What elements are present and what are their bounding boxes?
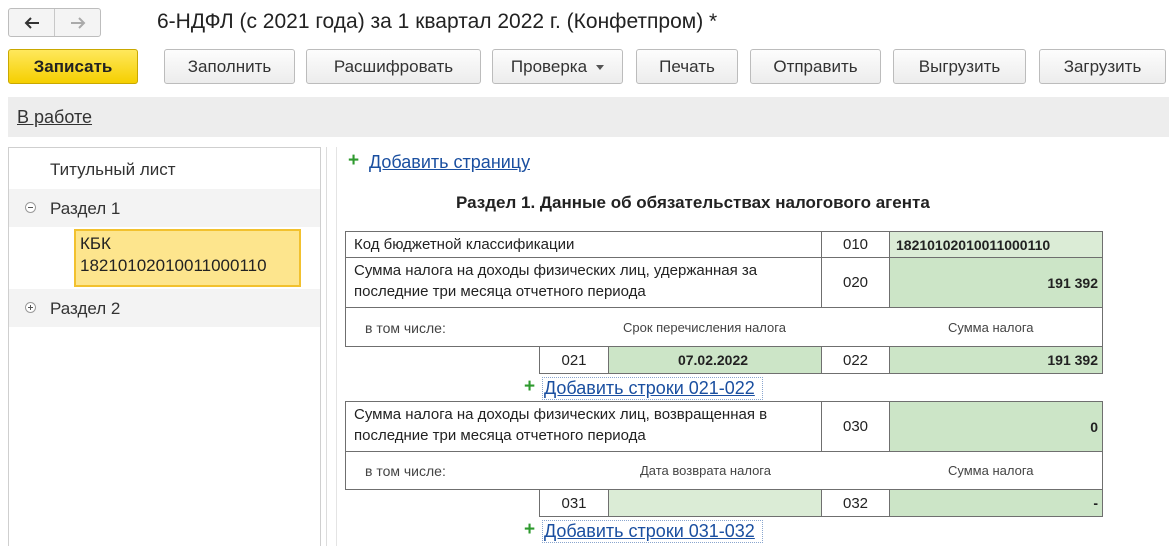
add-icon: + [524, 519, 536, 540]
add-page-link[interactable]: Добавить страницу [369, 152, 530, 173]
save-button[interactable]: Записать [8, 49, 138, 84]
line-code-030: 030 [821, 401, 890, 452]
transfer-amount-field[interactable]: 191 392 [889, 346, 1103, 374]
decode-button[interactable]: Расшифровать [306, 49, 481, 84]
divider [336, 147, 337, 546]
tree-item-section-1[interactable]: Раздел 1 [9, 189, 320, 227]
including-label: в том числе: [365, 463, 446, 479]
add-icon: + [348, 150, 360, 171]
withheld-tax-field[interactable]: 191 392 [889, 257, 1103, 308]
withheld-tax-label: Сумма налога на доходы физических лиц, у… [345, 257, 822, 308]
tree-item-kbk[interactable]: КБК 18210102010011000110 [74, 229, 301, 287]
chevron-down-icon [596, 65, 605, 70]
transfer-deadline-header: Срок перечисления налога [623, 320, 786, 335]
forward-button[interactable] [54, 9, 100, 36]
arrow-left-icon [24, 16, 39, 29]
tree-item-title-page[interactable]: Титульный лист [9, 150, 320, 188]
tax-amount-header: Сумма налога [948, 463, 1034, 478]
check-button-label: Проверка [510, 56, 588, 76]
history-nav [8, 8, 101, 37]
returned-tax-field[interactable]: 0 [889, 401, 1103, 452]
fill-button[interactable]: Заполнить [164, 49, 295, 84]
back-button[interactable] [9, 9, 54, 36]
tax-amount-header: Сумма налога [948, 320, 1034, 335]
tree-item-label: Титульный лист [50, 160, 176, 179]
return-date-field[interactable] [608, 489, 822, 517]
line-code-021: 021 [539, 346, 609, 374]
add-icon: + [524, 376, 536, 397]
add-rows-021-link[interactable]: Добавить строки 021-022 [542, 377, 763, 400]
tree-item-label: Раздел 2 [50, 299, 121, 318]
including-header-2: в том числе: Дата возврата налога Сумма … [345, 451, 1103, 490]
check-button[interactable]: Проверка [492, 49, 623, 84]
status-bar: В работе [8, 97, 1169, 137]
line-code-022: 022 [821, 346, 890, 374]
add-rows-031-link[interactable]: Добавить строки 031-032 [542, 520, 763, 543]
panel-splitter[interactable] [326, 147, 327, 546]
tree-item-label: Раздел 1 [50, 199, 121, 218]
return-date-header: Дата возврата налога [640, 463, 771, 478]
returned-tax-label: Сумма налога на доходы физических лиц, в… [345, 401, 822, 452]
tree-item-section-2[interactable]: Раздел 2 [9, 289, 320, 327]
including-header-1: в том числе: Срок перечисления налога Су… [345, 307, 1103, 347]
section-title: Раздел 1. Данные об обязательствах налог… [456, 193, 930, 212]
import-button[interactable]: Загрузить [1039, 49, 1166, 84]
kbk-field[interactable]: 18210102010011000110 [889, 231, 1103, 258]
expand-icon[interactable] [25, 302, 36, 313]
including-label: в том числе: [365, 320, 446, 336]
line-code-031: 031 [539, 489, 609, 517]
export-button[interactable]: Выгрузить [893, 49, 1026, 84]
status-link[interactable]: В работе [17, 107, 92, 128]
window-title: 6-НДФЛ (с 2021 года) за 1 квартал 2022 г… [157, 10, 718, 33]
kbk-label: Код бюджетной классификации [345, 231, 822, 258]
line-code-010: 010 [821, 231, 890, 258]
return-amount-field[interactable]: - [889, 489, 1103, 517]
collapse-icon[interactable] [25, 202, 36, 213]
transfer-date-field[interactable]: 07.02.2022 [608, 346, 822, 374]
sections-tree: Титульный лист Раздел 1 КБК 182101020100… [8, 147, 321, 546]
arrow-right-icon [70, 16, 85, 29]
line-code-032: 032 [821, 489, 890, 517]
send-button[interactable]: Отправить [750, 49, 881, 84]
print-button[interactable]: Печать [636, 49, 738, 84]
line-code-020: 020 [821, 257, 890, 308]
